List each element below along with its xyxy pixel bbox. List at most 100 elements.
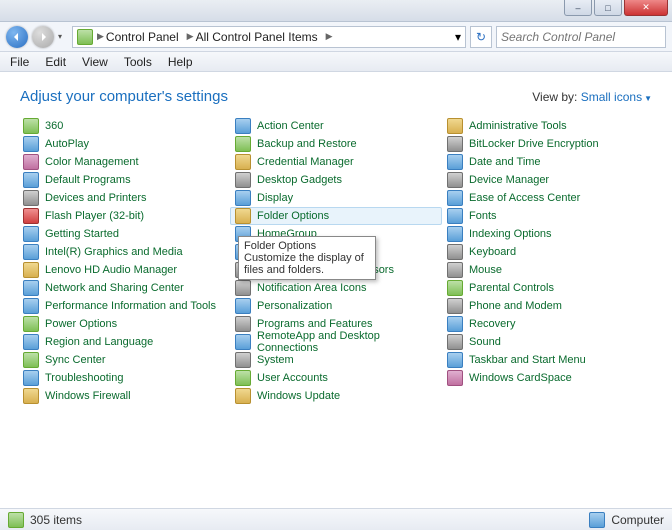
back-button[interactable] (6, 26, 28, 48)
content-header: Adjust your computer's settings View by:… (0, 72, 672, 113)
menu-edit[interactable]: Edit (37, 53, 74, 71)
cp-item-icon (447, 154, 463, 170)
view-by-selector[interactable]: Small icons▼ (581, 90, 652, 104)
cp-item[interactable]: Devices and Printers (18, 189, 230, 207)
cp-item-label: Troubleshooting (45, 372, 123, 384)
cp-item[interactable]: AutoPlay (18, 135, 230, 153)
menu-tools[interactable]: Tools (116, 53, 160, 71)
cp-item[interactable]: Intel(R) Graphics and Media (18, 243, 230, 261)
cp-item-icon (23, 226, 39, 242)
cp-item[interactable]: Windows CardSpace (442, 369, 654, 387)
minimize-button[interactable]: – (564, 0, 592, 16)
cp-item[interactable]: Color Management (18, 153, 230, 171)
menu-file[interactable]: File (2, 53, 37, 71)
cp-item[interactable]: Date and Time (442, 153, 654, 171)
cp-item[interactable]: Mouse (442, 261, 654, 279)
cp-item[interactable]: Action Center (230, 117, 442, 135)
cp-item[interactable]: Region and Language (18, 333, 230, 351)
cp-item[interactable]: Lenovo HD Audio Manager (18, 261, 230, 279)
cp-item[interactable]: Ease of Access Center (442, 189, 654, 207)
cp-item[interactable]: Personalization (230, 297, 442, 315)
cp-item-icon (23, 136, 39, 152)
cp-item-icon (23, 208, 39, 224)
cp-item[interactable]: User Accounts (230, 369, 442, 387)
tooltip-title: Folder Options (244, 240, 370, 252)
cp-item[interactable]: Default Programs (18, 171, 230, 189)
cp-item[interactable]: Keyboard (442, 243, 654, 261)
cp-item[interactable]: Windows Firewall (18, 387, 230, 405)
cp-item-label: System (257, 354, 294, 366)
cp-item[interactable]: Folder Options (230, 207, 442, 225)
nav-history-dropdown[interactable]: ▾ (58, 32, 68, 41)
cp-item-icon (23, 370, 39, 386)
cp-item-icon (235, 136, 251, 152)
cp-item-icon (447, 118, 463, 134)
cp-item[interactable]: Administrative Tools (442, 117, 654, 135)
cp-item[interactable]: Taskbar and Start Menu (442, 351, 654, 369)
cp-item[interactable]: Backup and Restore (230, 135, 442, 153)
cp-item[interactable]: Flash Player (32-bit) (18, 207, 230, 225)
breadcrumb-seg-1[interactable]: ▶All Control Panel Items (183, 30, 322, 44)
cp-item-label: Windows Update (257, 390, 340, 402)
cp-item-label: Taskbar and Start Menu (469, 354, 586, 366)
cp-item-icon (447, 136, 463, 152)
menu-view[interactable]: View (74, 53, 116, 71)
cp-item[interactable]: Power Options (18, 315, 230, 333)
cp-item[interactable]: Device Manager (442, 171, 654, 189)
control-panel-icon (77, 29, 93, 45)
maximize-button[interactable]: □ (594, 0, 622, 16)
cp-item-label: Administrative Tools (469, 120, 567, 132)
cp-item[interactable]: Recovery (442, 315, 654, 333)
nav-row: ▾ ▶Control Panel ▶All Control Panel Item… (0, 22, 672, 52)
cp-item[interactable]: BitLocker Drive Encryption (442, 135, 654, 153)
arrow-right-icon (38, 32, 48, 42)
forward-button[interactable] (32, 26, 54, 48)
cp-item-icon (235, 190, 251, 206)
cp-item-icon (23, 280, 39, 296)
cp-item[interactable]: Display (230, 189, 442, 207)
menu-help[interactable]: Help (160, 53, 201, 71)
cp-item-label: Windows CardSpace (469, 372, 572, 384)
cp-item[interactable]: Troubleshooting (18, 369, 230, 387)
cp-item[interactable]: Fonts (442, 207, 654, 225)
breadcrumb-seg-0[interactable]: ▶Control Panel (93, 30, 183, 44)
close-button[interactable]: ✕ (624, 0, 668, 16)
cp-item-label: Sound (469, 336, 501, 348)
cp-item[interactable]: Parental Controls (442, 279, 654, 297)
search-box[interactable] (496, 26, 666, 48)
cp-item[interactable]: Indexing Options (442, 225, 654, 243)
breadcrumb-tail[interactable]: ▶ (322, 31, 337, 42)
cp-item-icon (447, 262, 463, 278)
cp-item[interactable]: Desktop Gadgets (230, 171, 442, 189)
cp-item[interactable]: Performance Information and Tools (18, 297, 230, 315)
cp-item-label: Performance Information and Tools (45, 300, 216, 312)
address-dropdown[interactable]: ▾ (455, 30, 461, 44)
cp-item[interactable]: Network and Sharing Center (18, 279, 230, 297)
cp-item-icon (235, 208, 251, 224)
cp-item-label: Keyboard (469, 246, 516, 258)
cp-item-icon (447, 208, 463, 224)
cp-item-icon (447, 190, 463, 206)
cp-item[interactable]: Notification Area Icons (230, 279, 442, 297)
cp-item[interactable]: 360 (18, 117, 230, 135)
cp-item[interactable]: Credential Manager (230, 153, 442, 171)
cp-item[interactable]: Phone and Modem (442, 297, 654, 315)
cp-item-icon (447, 370, 463, 386)
cp-item-icon (23, 298, 39, 314)
tooltip: Folder Options Customize the display of … (238, 236, 376, 280)
cp-item-icon (235, 280, 251, 296)
cp-item-icon (235, 316, 251, 332)
cp-item[interactable]: Sound (442, 333, 654, 351)
search-input[interactable] (501, 30, 658, 44)
cp-item-label: User Accounts (257, 372, 328, 384)
cp-item[interactable]: Sync Center (18, 351, 230, 369)
cp-item[interactable]: RemoteApp and Desktop Connections (230, 333, 442, 351)
cp-item-label: Parental Controls (469, 282, 554, 294)
cp-item-label: Default Programs (45, 174, 131, 186)
cp-item-label: BitLocker Drive Encryption (469, 138, 599, 150)
cp-item[interactable]: Getting Started (18, 225, 230, 243)
cp-item-label: Color Management (45, 156, 139, 168)
address-bar[interactable]: ▶Control Panel ▶All Control Panel Items … (72, 26, 466, 48)
refresh-button[interactable]: ↻ (470, 26, 492, 48)
cp-item[interactable]: Windows Update (230, 387, 442, 405)
